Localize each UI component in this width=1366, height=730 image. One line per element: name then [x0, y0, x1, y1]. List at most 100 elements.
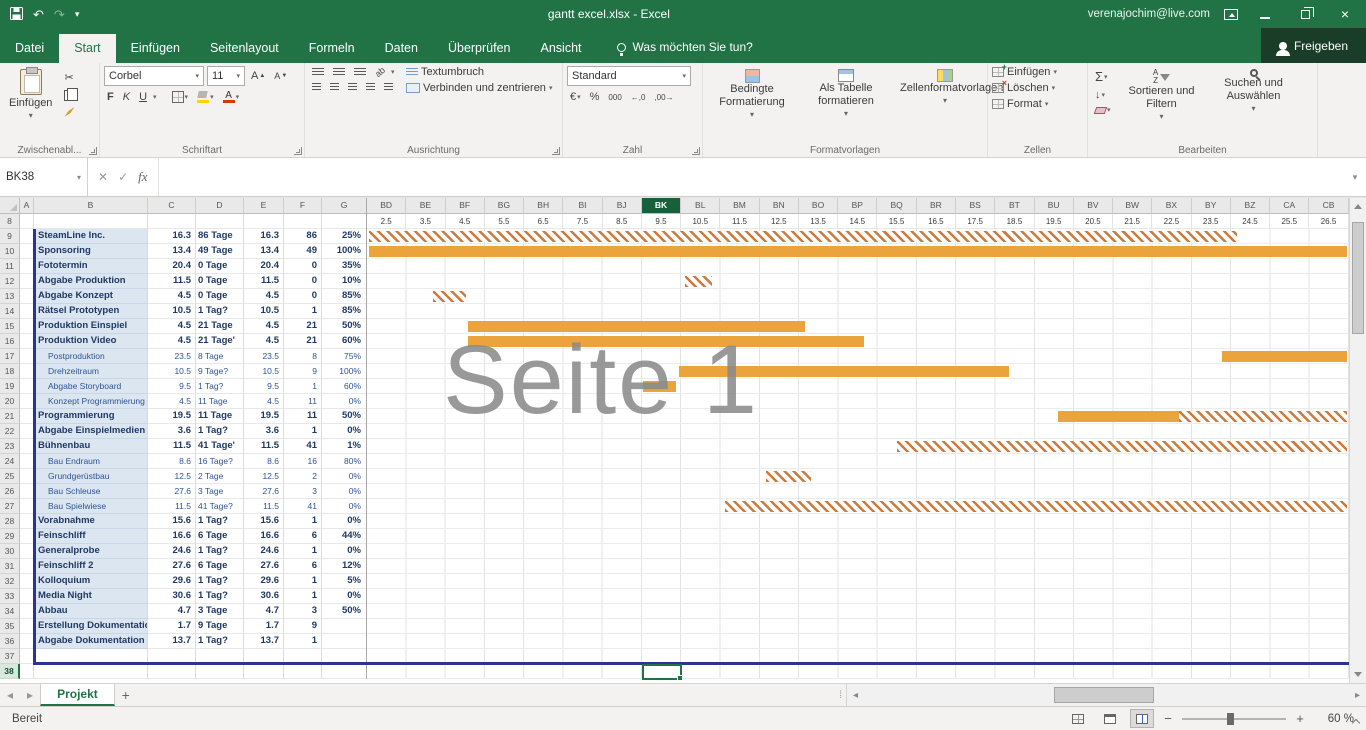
cell-G36[interactable] [322, 634, 367, 649]
cell-D13[interactable]: 0 Tage [196, 289, 244, 304]
cell-C31[interactable]: 27.6 [148, 559, 196, 574]
insert-function-icon[interactable]: fx [138, 169, 147, 185]
cell-F23[interactable]: 41 [284, 439, 322, 454]
scroll-left-icon[interactable]: ◂ [847, 690, 864, 701]
row-header-28[interactable]: 28 [0, 514, 20, 529]
sort-filter-button[interactable]: AZ Sortieren und Filtern▾ [1120, 66, 1204, 143]
cell-E36[interactable]: 13.7 [244, 634, 284, 649]
vertical-scrollbar[interactable] [1349, 198, 1366, 683]
increase-decimal-button[interactable]: ←,0 [628, 92, 649, 103]
cell-A21[interactable] [20, 409, 34, 424]
row-header-37[interactable]: 37 [0, 649, 20, 664]
scroll-up-icon[interactable] [1354, 204, 1362, 209]
cell-A25[interactable] [20, 469, 34, 484]
row-header-18[interactable]: 18 [0, 364, 20, 379]
scroll-down-icon[interactable] [1354, 672, 1362, 677]
cell-G32[interactable]: 5% [322, 574, 367, 589]
row-header-31[interactable]: 31 [0, 559, 20, 574]
cell-B16[interactable]: Produktion Video [34, 334, 148, 349]
cell-B23[interactable]: Bühnenbau [34, 439, 148, 454]
cell-A31[interactable] [20, 559, 34, 574]
cell-C19[interactable]: 9.5 [148, 379, 196, 394]
cell-A13[interactable] [20, 289, 34, 304]
cell-C8[interactable] [148, 214, 196, 229]
orientation-button[interactable]: ab [370, 62, 390, 81]
cell-F21[interactable]: 11 [284, 409, 322, 424]
cell-F17[interactable]: 8 [284, 349, 322, 364]
cell-G18[interactable]: 100% [322, 364, 367, 379]
cell-B33[interactable]: Media Night [34, 589, 148, 604]
column-header-BL[interactable]: BL [681, 198, 720, 214]
align-center-button[interactable] [327, 82, 342, 93]
delete-cells-button[interactable]: Löschen▾ [992, 82, 1083, 94]
horizontal-scroll-thumb[interactable] [1054, 687, 1154, 703]
row-header-36[interactable]: 36 [0, 634, 20, 649]
cell-F8[interactable] [284, 214, 322, 229]
cell-B28[interactable]: Vorabnahme [34, 514, 148, 529]
cell-A30[interactable] [20, 544, 34, 559]
cell-B24[interactable]: Bau Endraum [34, 454, 148, 469]
cell-D34[interactable]: 3 Tage [196, 604, 244, 619]
align-left-button[interactable] [309, 82, 324, 93]
cell-B18[interactable]: Drehzeitraum [34, 364, 148, 379]
cell-E9[interactable]: 16.3 [244, 229, 284, 244]
cell-C35[interactable]: 1.7 [148, 619, 196, 634]
cell-A12[interactable] [20, 274, 34, 289]
cell-C15[interactable]: 4.5 [148, 319, 196, 334]
row-header-22[interactable]: 22 [0, 424, 20, 439]
view-page-break-button[interactable] [1130, 709, 1154, 728]
cell-D12[interactable]: 0 Tage [196, 274, 244, 289]
column-header-BO[interactable]: BO [799, 198, 838, 214]
tab-splitter-handle[interactable]: ⁞ [835, 684, 846, 706]
cell-G29[interactable]: 44% [322, 529, 367, 544]
cell-F20[interactable]: 11 [284, 394, 322, 409]
row-header-29[interactable]: 29 [0, 529, 20, 544]
share-button[interactable]: Freigeben [1261, 28, 1366, 63]
cell-D19[interactable]: 1 Tag? [196, 379, 244, 394]
cell-G26[interactable]: 0% [322, 484, 367, 499]
cell-F31[interactable]: 6 [284, 559, 322, 574]
cell-F30[interactable]: 1 [284, 544, 322, 559]
scroll-right-icon[interactable]: ▸ [1349, 690, 1366, 701]
row-header-19[interactable]: 19 [0, 379, 20, 394]
cell-E35[interactable]: 1.7 [244, 619, 284, 634]
tell-me-box[interactable]: Was möchten Sie tun? [617, 40, 753, 63]
cell-F29[interactable]: 6 [284, 529, 322, 544]
cell-C32[interactable]: 29.6 [148, 574, 196, 589]
fill-color-button[interactable]: ▾ [194, 90, 217, 104]
cell-D27[interactable]: 41 Tage? [196, 499, 244, 514]
cell-G15[interactable]: 50% [322, 319, 367, 334]
cell-B36[interactable]: Abgabe Dokumentation [34, 634, 148, 649]
row-header-13[interactable]: 13 [0, 289, 20, 304]
cell-B31[interactable]: Feinschliff 2 [34, 559, 148, 574]
cell-G35[interactable] [322, 619, 367, 634]
cell-C30[interactable]: 24.6 [148, 544, 196, 559]
tab-daten[interactable]: Daten [370, 34, 433, 63]
cell-C17[interactable]: 23.5 [148, 349, 196, 364]
column-header-BV[interactable]: BV [1074, 198, 1113, 214]
copy-button[interactable] [61, 89, 77, 102]
cell-B10[interactable]: Sponsoring [34, 244, 148, 259]
column-header-BT[interactable]: BT [995, 198, 1034, 214]
cell-E21[interactable]: 19.5 [244, 409, 284, 424]
format-painter-button[interactable] [61, 106, 77, 118]
column-header-F[interactable]: F [284, 198, 322, 214]
cell-G10[interactable]: 100% [322, 244, 367, 259]
row-header-38[interactable]: 38 [0, 664, 20, 679]
cell-F11[interactable]: 0 [284, 259, 322, 274]
row-header-23[interactable]: 23 [0, 439, 20, 454]
increase-indent-button[interactable] [381, 82, 396, 93]
cell-E16[interactable]: 4.5 [244, 334, 284, 349]
row-header-17[interactable]: 17 [0, 349, 20, 364]
cell-D35[interactable]: 9 Tage [196, 619, 244, 634]
cell-A10[interactable] [20, 244, 34, 259]
column-header-BM[interactable]: BM [720, 198, 759, 214]
cell-E15[interactable]: 4.5 [244, 319, 284, 334]
cell-D24[interactable]: 16 Tage? [196, 454, 244, 469]
cell-G23[interactable]: 1% [322, 439, 367, 454]
row-header-34[interactable]: 34 [0, 604, 20, 619]
cell-D8[interactable] [196, 214, 244, 229]
cell-D26[interactable]: 3 Tage [196, 484, 244, 499]
cell-F13[interactable]: 0 [284, 289, 322, 304]
cell-G30[interactable]: 0% [322, 544, 367, 559]
